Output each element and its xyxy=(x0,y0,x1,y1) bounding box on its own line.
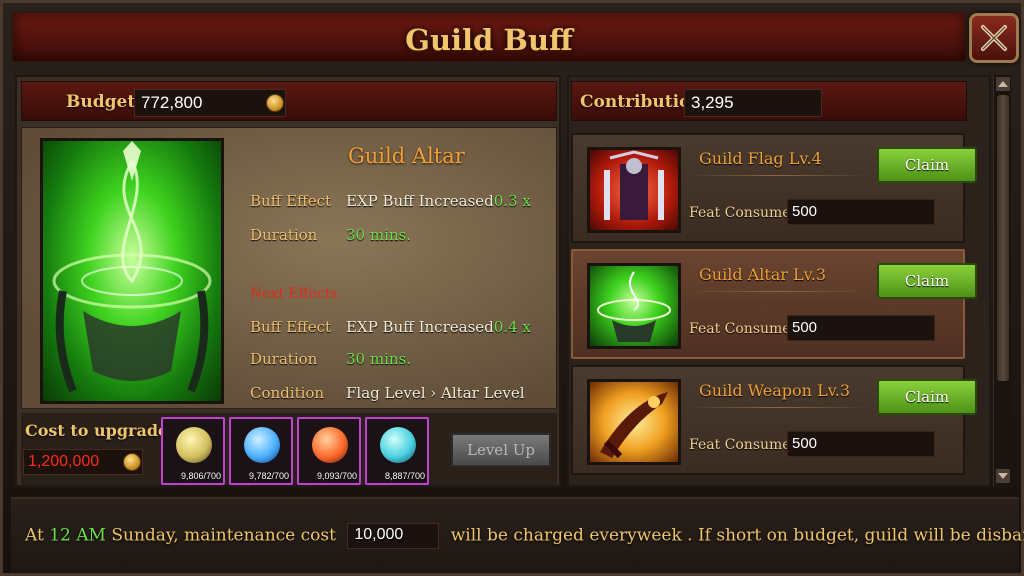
altar-panel: Budget 772,800 Guild Altar Buff Effect E… xyxy=(15,75,561,487)
material-slot-4[interactable]: 8,887/700 xyxy=(365,417,429,485)
gold-coin-icon xyxy=(123,453,141,471)
buff-effect-text: EXP Buff Increased xyxy=(346,192,494,210)
buff-effect-label: Buff Effect xyxy=(250,192,332,210)
guild-flag-icon xyxy=(587,147,681,233)
gold-coin-icon xyxy=(266,94,284,112)
guild-altar-icon xyxy=(587,263,681,349)
claim-button[interactable]: Claim xyxy=(877,263,977,299)
next-duration-value: 30 mins. xyxy=(346,350,412,368)
feat-consumed-value: 500 xyxy=(787,431,935,457)
claim-button[interactable]: Claim xyxy=(877,147,977,183)
altar-title: Guild Altar xyxy=(348,144,465,168)
duration-value: 30 mins. xyxy=(346,226,412,244)
buff-name: Guild Altar Lv.3 xyxy=(699,265,827,284)
scroll-down-arrow-icon[interactable] xyxy=(996,469,1010,483)
scroll-up-arrow-icon[interactable] xyxy=(996,77,1010,91)
buff-list-panel: Contribution 3,295 Guild Flag Lv.4 Claim… xyxy=(567,75,991,487)
guild-buff-window: Guild Buff Budget 772,800 Guild Altar Bu… xyxy=(0,0,1024,576)
scroll-thumb[interactable] xyxy=(997,95,1009,381)
buff-effect-amount: 0.3 x xyxy=(493,192,531,210)
maintenance-cost-value: 10,000 xyxy=(347,523,440,549)
contribution-value: 3,295 xyxy=(684,89,822,117)
maintenance-text: At 12 AM Sunday, maintenance cost 10,000… xyxy=(25,523,1024,549)
buff-card-guild-flag[interactable]: Guild Flag Lv.4 Claim Feat Consumed: 500 xyxy=(571,133,977,243)
material-quantity: 8,887/700 xyxy=(384,471,425,481)
next-duration-label: Duration xyxy=(250,350,318,368)
guild-altar-image xyxy=(40,138,224,404)
cost-value-box: 1,200,000 xyxy=(23,449,143,475)
condition-label: Condition xyxy=(250,384,325,402)
upgrade-cost-area: Cost to upgrade 1,200,000 9,806/700 9,78… xyxy=(21,413,557,485)
notice-suffix: will be charged everyweek . If short on … xyxy=(450,525,1024,546)
maintenance-time: 12 AM xyxy=(49,525,106,546)
feat-consumed-value: 500 xyxy=(787,315,935,341)
next-buff-effect-label: Buff Effect xyxy=(250,318,332,336)
material-quantity: 9,782/700 xyxy=(248,471,289,481)
notice-prefix: At xyxy=(25,525,44,546)
notice-middle: Sunday, maintenance cost xyxy=(111,525,336,546)
claim-button[interactable]: Claim xyxy=(877,379,977,415)
divider xyxy=(687,407,867,408)
buff-card-guild-weapon[interactable]: Guild Weapon Lv.3 Claim Feat Consumed: 5… xyxy=(571,365,977,475)
cost-to-upgrade-label: Cost to upgrade xyxy=(25,421,169,440)
divider xyxy=(687,291,867,292)
close-button[interactable] xyxy=(969,13,1019,63)
buff-name: Guild Flag Lv.4 xyxy=(699,149,822,168)
level-up-button[interactable]: Level Up xyxy=(451,433,551,467)
next-buff-effect-text: EXP Buff Increased xyxy=(346,318,494,336)
material-quantity: 9,806/700 xyxy=(180,471,221,481)
contribution-bar: Contribution 3,295 xyxy=(571,81,967,121)
gold-emblem-icon xyxy=(176,427,212,463)
budget-value: 772,800 xyxy=(134,89,286,117)
divider xyxy=(687,175,867,176)
buff-effect-value: EXP Buff Increased0.3 x xyxy=(346,192,531,210)
window-title: Guild Buff xyxy=(405,23,573,57)
buff-list-scrollbar[interactable] xyxy=(993,75,1011,487)
blue-crystal-icon xyxy=(244,427,280,463)
condition-value: Flag Level › Altar Level xyxy=(346,384,525,402)
buff-name: Guild Weapon Lv.3 xyxy=(699,381,851,400)
next-effects-label: Next Effects xyxy=(250,286,338,302)
material-slot-1[interactable]: 9,806/700 xyxy=(161,417,225,485)
guild-weapon-icon xyxy=(587,379,681,465)
feat-consumed-value: 500 xyxy=(787,199,935,225)
altar-details: Guild Altar Buff Effect EXP Buff Increas… xyxy=(21,127,557,409)
fire-rune-icon xyxy=(312,427,348,463)
next-buff-effect-amount: 0.4 x xyxy=(493,318,531,336)
duration-label: Duration xyxy=(250,226,318,244)
title-bar: Guild Buff xyxy=(11,11,967,63)
close-icon xyxy=(981,25,1007,51)
maintenance-notice: At 12 AM Sunday, maintenance cost 10,000… xyxy=(11,497,1024,573)
cost-to-upgrade-value: 1,200,000 xyxy=(28,453,100,470)
next-buff-effect-value: EXP Buff Increased0.4 x xyxy=(346,318,531,336)
material-slot-3[interactable]: 9,093/700 xyxy=(297,417,361,485)
buff-card-guild-altar[interactable]: Guild Altar Lv.3 Claim Feat Consumed: 50… xyxy=(571,249,977,359)
earth-orb-icon xyxy=(380,427,416,463)
material-slot-2[interactable]: 9,782/700 xyxy=(229,417,293,485)
budget-label: Budget xyxy=(66,92,136,112)
material-quantity: 9,093/700 xyxy=(316,471,357,481)
budget-bar: Budget 772,800 xyxy=(21,81,557,121)
